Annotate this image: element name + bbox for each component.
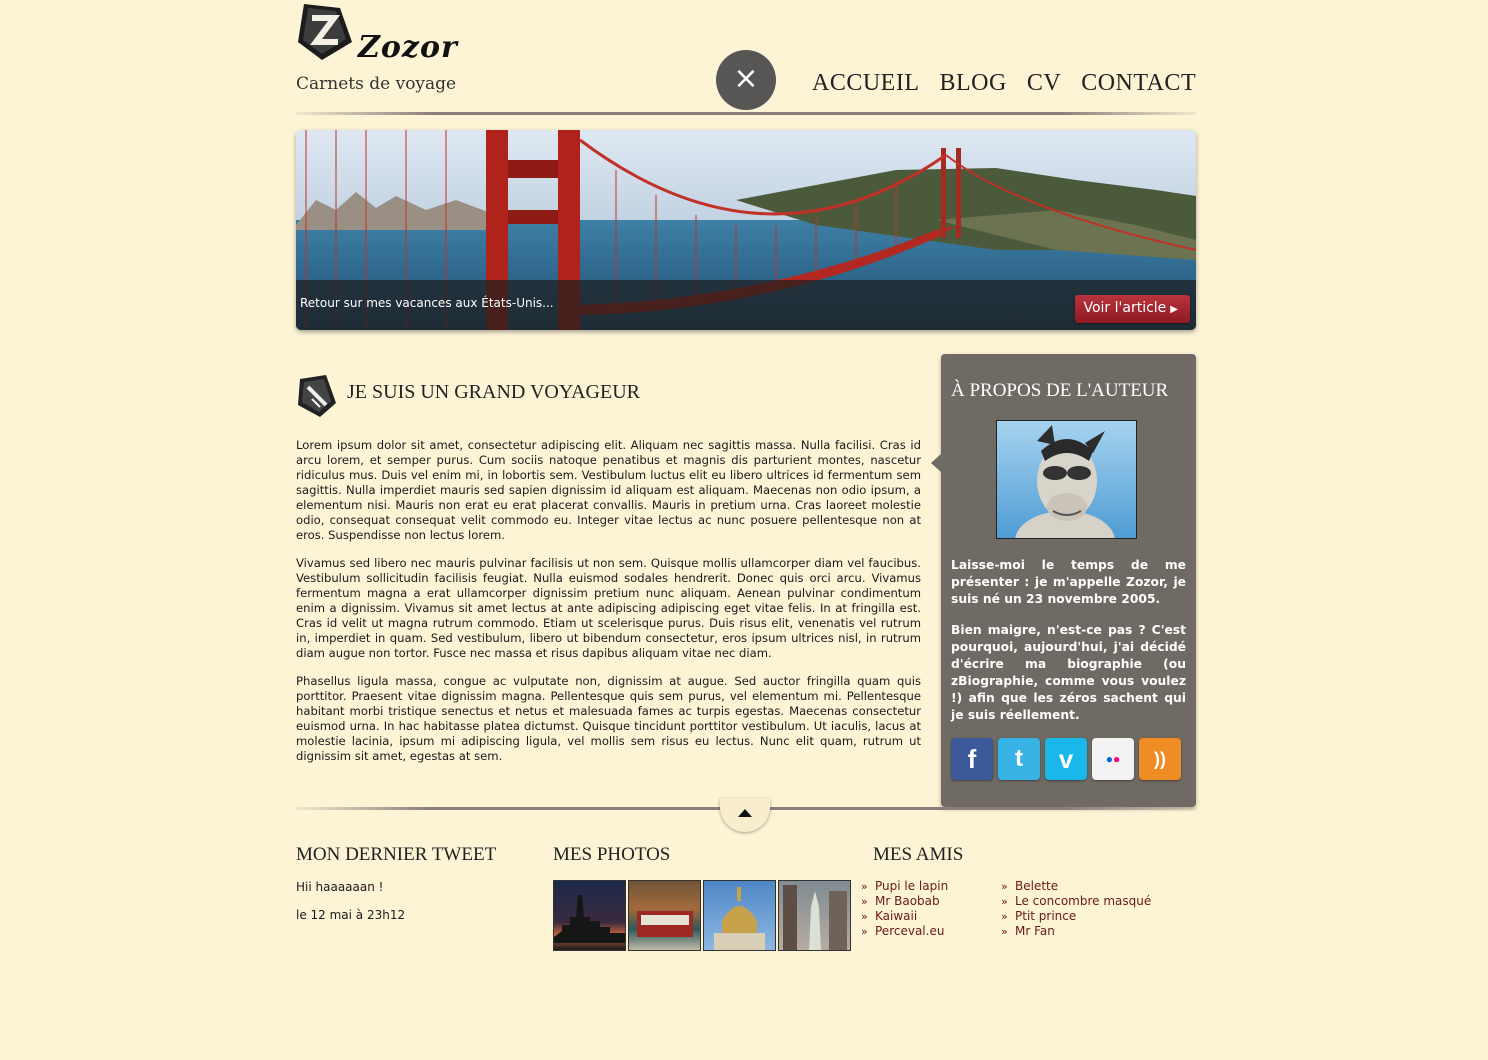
rss-icon[interactable]: )) — [1139, 738, 1181, 780]
article-paragraph: Vivamus sed libero nec mauris pulvinar f… — [296, 556, 921, 660]
close-icon: × — [733, 61, 759, 96]
site-logo[interactable]: Zozor — [296, 2, 458, 65]
flickr-icon[interactable]: ● ● — [1092, 738, 1134, 780]
main-nav: ACCUEIL BLOG CV CONTACT — [812, 70, 1196, 97]
play-arrow-icon: ▶ — [1170, 304, 1178, 315]
hero-banner: Retour sur mes vacances aux États-Unis..… — [296, 130, 1196, 330]
friend-link[interactable]: Mr Baobab — [861, 894, 948, 909]
about-paragraph: Laisse-moi le temps de me présenter : je… — [951, 558, 1186, 606]
author-avatar — [996, 420, 1137, 539]
article-paragraph: Lorem ipsum dolor sit amet, consectetur … — [296, 438, 921, 542]
about-author-panel: À PROPOS DE L'AUTEUR Laisse-moi le temps… — [931, 354, 1196, 807]
about-author-title: À PROPOS DE L'AUTEUR — [951, 380, 1169, 401]
friend-link[interactable]: Belette — [1001, 879, 1151, 894]
read-article-button[interactable]: Voir l'article ▶ — [1075, 295, 1190, 323]
article-title: JE SUIS UN GRAND VOYAGEUR — [347, 381, 640, 403]
header-divider — [296, 112, 1196, 115]
article-paragraph: Phasellus ligula massa, congue ac vulput… — [296, 674, 921, 763]
page: Zozor Carnets de voyage × ACCUEIL BLOG C… — [296, 0, 1196, 1060]
friends-title: MES AMIS — [873, 844, 964, 865]
twitter-icon[interactable]: t — [998, 738, 1040, 780]
las-vegas-liberty-photo[interactable] — [778, 880, 851, 951]
cable-car-photo[interactable] — [628, 880, 701, 951]
site-name: Zozor — [358, 30, 458, 65]
about-author-text: Laisse-moi le temps de me présenter : je… — [951, 557, 1186, 738]
tweet-text: Hii haaaaaan ! — [296, 880, 384, 894]
nav-accueil[interactable]: ACCUEIL — [812, 70, 920, 97]
social-links: f t v ● ● )) — [951, 738, 1181, 780]
friend-link[interactable]: Le concombre masqué — [1001, 894, 1151, 909]
friend-link[interactable]: Kaiwaii — [861, 909, 948, 924]
back-to-top-button[interactable] — [720, 798, 770, 832]
tweet-title: MON DERNIER TWEET — [296, 844, 497, 865]
tweet-date: le 12 mai à 23h12 — [296, 908, 406, 922]
panel-pointer — [931, 454, 941, 472]
photo-gallery — [553, 880, 851, 951]
facebook-icon[interactable]: f — [951, 738, 993, 780]
zozor-donkey-icon — [1015, 425, 1115, 538]
close-button[interactable]: × — [716, 50, 776, 110]
nav-cv[interactable]: CV — [1027, 70, 1061, 97]
friend-link[interactable]: Ptit prince — [1001, 909, 1151, 924]
photos-title: MES PHOTOS — [553, 844, 671, 865]
invalides-dome-photo[interactable] — [703, 880, 776, 951]
friend-link[interactable]: Mr Fan — [1001, 924, 1151, 939]
about-paragraph: Bien maigre, n'est-ce pas ? C'est pourqu… — [951, 623, 1186, 722]
banner-caption: Retour sur mes vacances aux États-Unis..… — [300, 296, 554, 310]
friend-link[interactable]: Perceval.eu — [861, 924, 948, 939]
article-pen-icon — [298, 375, 336, 417]
new-york-skyline-photo[interactable] — [553, 880, 626, 951]
friends-list-1: Pupi le lapin Mr Baobab Kaiwaii Perceval… — [861, 879, 948, 939]
read-article-label: Voir l'article — [1083, 300, 1167, 316]
article-body: Lorem ipsum dolor sit amet, consectetur … — [296, 438, 921, 777]
friend-link[interactable]: Pupi le lapin — [861, 879, 948, 894]
friends-list-2: Belette Le concombre masqué Ptit prince … — [1001, 879, 1151, 939]
zozor-logo-icon — [298, 4, 352, 60]
nav-blog[interactable]: BLOG — [940, 70, 1007, 97]
site-tagline: Carnets de voyage — [296, 74, 457, 94]
vimeo-icon[interactable]: v — [1045, 738, 1087, 780]
nav-contact[interactable]: CONTACT — [1081, 70, 1196, 97]
arrow-up-icon — [738, 809, 752, 817]
